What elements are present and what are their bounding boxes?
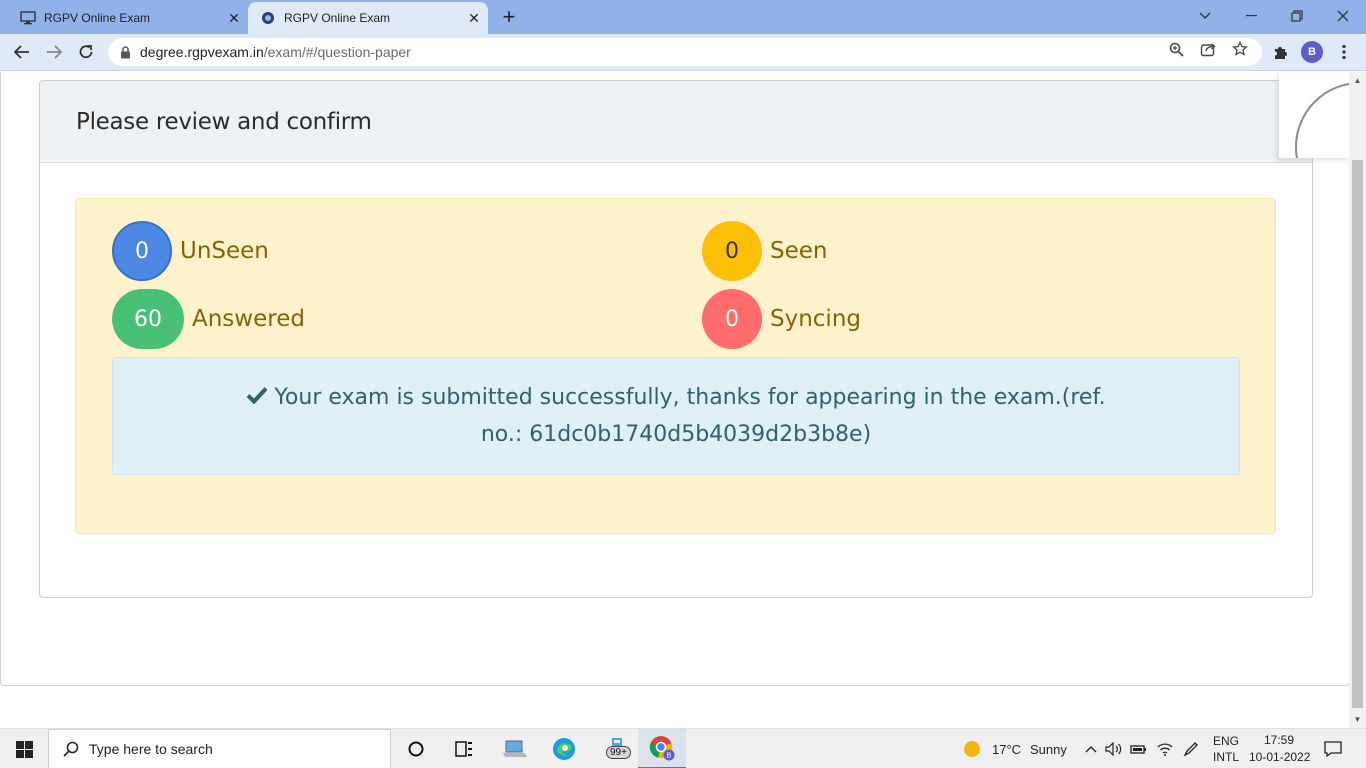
- reload-icon[interactable]: [72, 38, 100, 66]
- browser-toolbar: degree.rgpvexam.in/exam/#/question-paper: [0, 34, 1366, 71]
- keyboard-layout[interactable]: INTL: [1213, 750, 1239, 764]
- bookmark-star-icon[interactable]: [1231, 40, 1249, 58]
- minimize-icon[interactable]: [1228, 0, 1274, 32]
- sun-weather-icon[interactable]: [958, 729, 986, 768]
- page-container: Please review and confirm 0 UnSeen 0 See…: [0, 72, 1350, 686]
- syncing-label: Syncing: [770, 306, 862, 332]
- close-window-icon[interactable]: [1320, 0, 1366, 32]
- weather-desc[interactable]: Sunny: [1030, 742, 1067, 757]
- restore-icon[interactable]: [1274, 0, 1320, 32]
- url-host: degree.rgpvexam.in: [140, 44, 264, 60]
- page-scrollbar[interactable]: ▲ ▼: [1349, 72, 1366, 728]
- submission-success-alert: Your exam is submitted successfully, tha…: [112, 357, 1240, 475]
- task-view-icon[interactable]: [446, 729, 482, 768]
- seen-label: Seen: [770, 238, 828, 264]
- svg-text:B: B: [667, 753, 672, 760]
- chrome-taskbar-icon[interactable]: B: [638, 729, 686, 768]
- browser-tab[interactable]: RGPV Online Exam ✕: [8, 2, 248, 34]
- edge-browser-icon[interactable]: [545, 729, 583, 768]
- language-code[interactable]: ENG: [1213, 734, 1239, 748]
- lock-icon: [120, 45, 132, 59]
- pen-icon[interactable]: [1180, 729, 1202, 768]
- seen-count-badge: 0: [702, 221, 762, 281]
- unseen-count-badge: 0: [112, 221, 172, 281]
- exam-summary-panel: 0 UnSeen 0 Seen 60 Answered 0 Syncing Yo…: [75, 198, 1276, 534]
- success-message-line: Your exam is submitted successfully, tha…: [233, 379, 1119, 454]
- syncing-count-badge: 0: [702, 289, 762, 349]
- windows-taskbar: Type here to search 99+ B 17°C Sunny ENG…: [0, 728, 1366, 768]
- zoom-icon[interactable]: [1167, 40, 1185, 58]
- laptop-app-icon[interactable]: [496, 729, 534, 768]
- extensions-puzzle-icon[interactable]: [1269, 41, 1291, 63]
- exam-logo-icon: [260, 10, 276, 26]
- tab-title: RGPV Online Exam: [44, 11, 151, 25]
- share-icon[interactable]: [1199, 40, 1217, 58]
- browser-tab-strip: RGPV Online Exam ✕ RGPV Online Exam ✕ +: [0, 0, 1366, 34]
- back-arrow-icon[interactable]: [8, 38, 36, 66]
- scroll-up-arrow-icon[interactable]: ▲: [1349, 72, 1366, 89]
- address-bar[interactable]: degree.rgpvexam.in/exam/#/question-paper: [108, 38, 1262, 66]
- page-title: Please review and confirm: [76, 108, 372, 135]
- notification-center-icon[interactable]: [1318, 729, 1348, 768]
- unseen-label: UnSeen: [180, 238, 269, 264]
- new-tab-button[interactable]: +: [496, 4, 522, 30]
- notification-badge: 99+: [606, 746, 631, 759]
- clock-time[interactable]: 17:59: [1264, 733, 1294, 747]
- chevron-up-icon[interactable]: [1082, 729, 1100, 768]
- url-text: degree.rgpvexam.in/exam/#/question-paper: [140, 44, 411, 60]
- weather-temp[interactable]: 17°C: [992, 742, 1021, 757]
- stat-syncing: 0 Syncing: [702, 289, 861, 349]
- review-card: Please review and confirm 0 UnSeen 0 See…: [39, 80, 1313, 598]
- close-tab-icon[interactable]: ✕: [220, 4, 248, 32]
- file-explorer-icon[interactable]: 99+: [596, 729, 638, 768]
- answered-label: Answered: [192, 306, 305, 332]
- monitor-icon: [20, 10, 36, 26]
- cortana-icon[interactable]: [398, 729, 434, 768]
- success-message: Your exam is submitted successfully, tha…: [274, 384, 1106, 448]
- search-icon: [63, 741, 79, 757]
- scroll-down-arrow-icon[interactable]: ▼: [1349, 711, 1366, 728]
- scrollbar-thumb[interactable]: [1352, 160, 1363, 708]
- forward-arrow-icon[interactable]: [40, 38, 68, 66]
- wifi-icon[interactable]: [1154, 729, 1176, 768]
- browser-tab-active[interactable]: RGPV Online Exam ✕: [248, 2, 488, 34]
- windows-start-icon[interactable]: [0, 729, 48, 768]
- checkmark-icon: [246, 379, 268, 416]
- page-viewport: Please review and confirm 0 UnSeen 0 See…: [0, 72, 1366, 728]
- stat-seen: 0 Seen: [702, 221, 827, 281]
- answered-count-badge: 60: [112, 289, 184, 349]
- close-tab-icon[interactable]: ✕: [460, 4, 488, 32]
- search-placeholder: Type here to search: [89, 741, 213, 757]
- taskbar-search-box[interactable]: Type here to search: [48, 729, 391, 768]
- card-header: Please review and confirm: [40, 81, 1312, 163]
- battery-icon[interactable]: [1128, 729, 1150, 768]
- stat-unseen: 0 UnSeen: [112, 221, 269, 281]
- url-path: /exam/#/question-paper: [263, 44, 411, 60]
- tab-search-icon[interactable]: [1182, 0, 1228, 32]
- tab-title: RGPV Online Exam: [284, 11, 391, 25]
- speaker-icon[interactable]: [1104, 729, 1124, 768]
- profile-avatar[interactable]: B: [1301, 41, 1323, 63]
- clock-date[interactable]: 10-01-2022: [1249, 750, 1310, 764]
- more-menu-icon[interactable]: [1333, 41, 1355, 63]
- stat-answered: 60 Answered: [112, 289, 305, 349]
